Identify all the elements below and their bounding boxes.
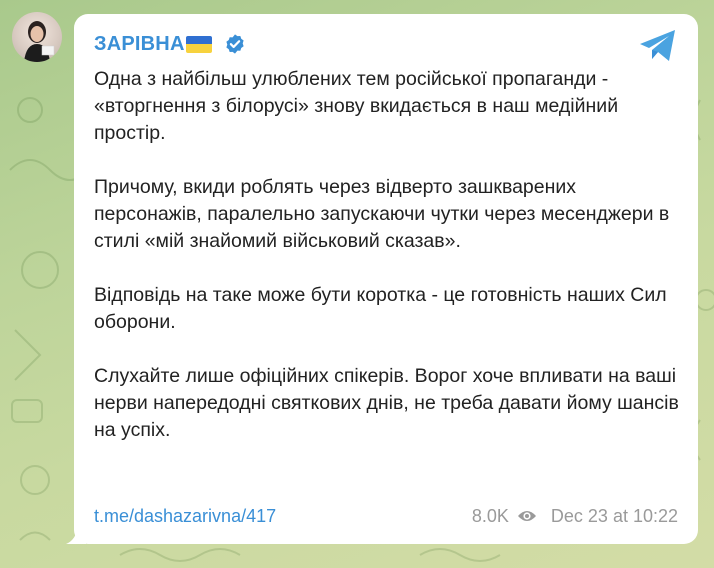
message-meta: 8.0K Dec 23 at 10:22 xyxy=(472,506,678,527)
message-paragraph: Одна з найбільш улюблених тем російської… xyxy=(94,68,619,144)
ukraine-flag-icon xyxy=(185,35,212,53)
message-bubble: ЗАРІВНА Одна з найбільш улюблених тем ро… xyxy=(74,14,698,544)
verified-badge-icon xyxy=(225,34,244,54)
message-header: ЗАРІВНА xyxy=(94,30,246,58)
post-link[interactable]: t.me/dashazarivna/417 xyxy=(94,506,276,527)
message-paragraph: Причому, вкиди роблять через відверто за… xyxy=(94,176,670,252)
eye-icon xyxy=(517,511,536,521)
channel-avatar[interactable] xyxy=(12,12,62,62)
message-text: Одна з найбільш улюблених тем російської… xyxy=(94,66,684,444)
post-timestamp: Dec 23 at 10:22 xyxy=(550,505,678,526)
channel-name[interactable]: ЗАРІВНА xyxy=(94,33,185,56)
avatar-portrait xyxy=(24,21,55,62)
message-paragraph: Відповідь на таке може бути коротка - це… xyxy=(94,284,667,333)
view-count: 8.0K xyxy=(471,505,509,526)
message-paragraph: Слухайте лише офіційних спікерів. Ворог … xyxy=(94,365,679,441)
message-footer: t.me/dashazarivna/417 8.0K Dec 23 at 10:… xyxy=(94,502,678,530)
telegram-share-icon[interactable] xyxy=(638,28,678,64)
